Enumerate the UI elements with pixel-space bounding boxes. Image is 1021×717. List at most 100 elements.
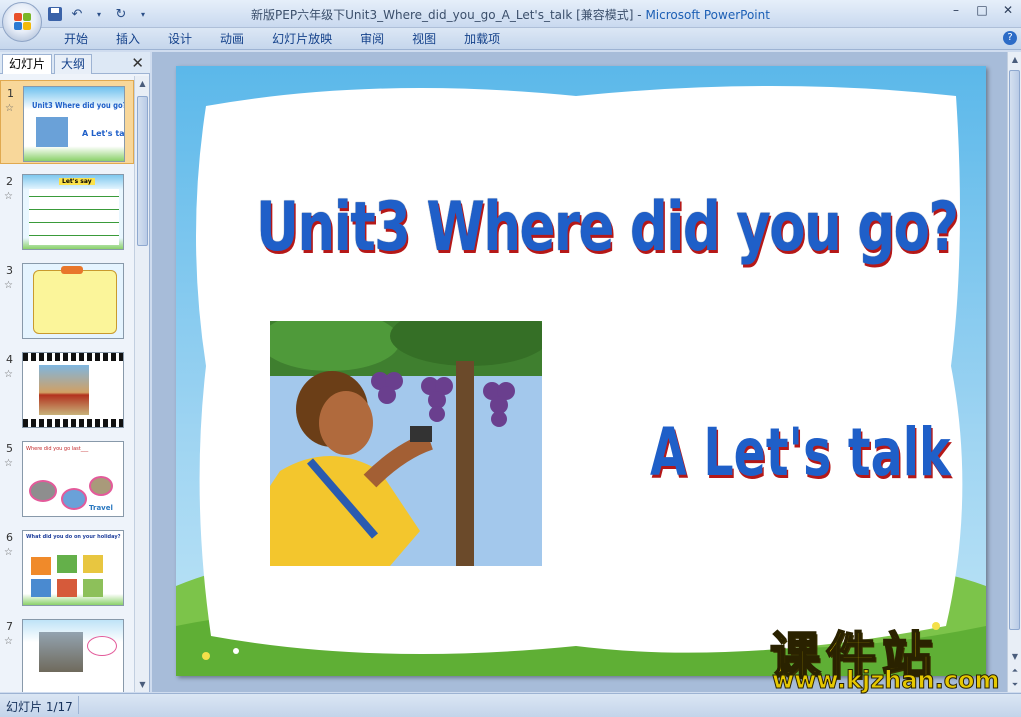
scroll-up-icon[interactable]: ▲ — [1008, 52, 1021, 67]
animation-star-icon: ☆ — [5, 103, 14, 114]
thumbnail-image: What did you do on your holiday? — [22, 530, 124, 606]
tab-slideshow[interactable]: 幻灯片放映 — [258, 31, 346, 48]
title-bar: ↶ ▾ ↻ ▾ 新版PEP六年级下Unit3_Where_did_you_go_… — [0, 0, 1021, 28]
slide-number: 3 — [6, 264, 13, 277]
status-divider — [78, 696, 79, 714]
thumb-pic — [57, 555, 77, 573]
status-bar: 幻灯片 1/17 — [0, 693, 1021, 717]
thumbnail-image — [22, 352, 124, 428]
thumbnail-image: Let's say — [22, 174, 124, 250]
app-name: Microsoft PowerPoint — [645, 8, 770, 22]
thumb-bubble — [87, 636, 117, 656]
close-button[interactable]: ✕ — [995, 0, 1021, 20]
thumb-pic — [36, 117, 68, 147]
thumbnail-scrollbar[interactable]: ▲ ▼ — [134, 76, 149, 692]
animation-star-icon: ☆ — [4, 280, 13, 291]
tab-home[interactable]: 开始 — [50, 31, 102, 48]
slide-number: 6 — [6, 531, 13, 544]
window-controls: – □ ✕ — [943, 0, 1021, 20]
slide-thumbnail[interactable]: 6 ☆ What did you do on your holiday? — [0, 525, 134, 609]
slide-number: 1 — [7, 87, 14, 100]
tab-insert[interactable]: 插入 — [102, 31, 154, 48]
slide-counter: 幻灯片 1/17 — [6, 700, 73, 714]
thumb-oval — [89, 476, 113, 496]
slide-thumbnail[interactable]: 2 ☆ Let's say — [0, 169, 134, 253]
watermark-url: www.kjzhan.com — [771, 666, 1000, 695]
thumbnail-image: Unit3 Where did you go? A Let's talk — [23, 86, 125, 162]
office-button[interactable] — [2, 2, 42, 42]
thumb-title: Unit3 Where did you go? — [32, 101, 125, 110]
ribbon-tabs: 开始 插入 设计 动画 幻灯片放映 审阅 视图 加载项 — [50, 31, 514, 48]
animation-star-icon: ☆ — [4, 636, 13, 647]
slide-thumbnail[interactable]: 5 ☆ Where did you go last___ Travel — [0, 436, 134, 520]
thumbnail-image — [22, 263, 124, 339]
slide-scrollbar[interactable]: ▲ ▼ ⏶ ⏷ — [1007, 52, 1021, 692]
thumb-grid — [29, 189, 119, 245]
slide-number: 4 — [6, 353, 13, 366]
illustration-svg — [270, 321, 542, 566]
close-icon[interactable]: ✕ — [131, 54, 144, 72]
thumb-pic — [83, 555, 103, 573]
boy-photographing-grapes-image[interactable] — [270, 321, 542, 566]
slide-thumbnail[interactable]: 4 ☆ — [0, 347, 134, 431]
slide-thumbnail[interactable]: 7 ☆ — [0, 614, 134, 692]
animation-star-icon: ☆ — [4, 458, 13, 469]
tab-review[interactable]: 审阅 — [346, 31, 398, 48]
thumb-oval — [29, 480, 57, 502]
next-slide-icon[interactable]: ⏷ — [1008, 677, 1021, 692]
minimize-button[interactable]: – — [943, 0, 969, 20]
office-logo-icon — [14, 13, 32, 31]
thumb-photo — [39, 365, 89, 415]
tab-animations[interactable]: 动画 — [206, 31, 258, 48]
scroll-up-icon[interactable]: ▲ — [135, 76, 150, 91]
thumb-sub: A Let's talk — [82, 129, 125, 138]
scroll-thumb[interactable] — [1009, 70, 1020, 630]
thumb-pic — [83, 579, 103, 597]
thumb-pic — [31, 557, 51, 575]
scroll-thumb[interactable] — [137, 96, 148, 246]
thumb-filmstrip-bottom — [23, 419, 123, 427]
thumb-title: Where did you go last___ — [26, 446, 89, 452]
tab-outline[interactable]: 大纲 — [54, 54, 93, 74]
thumbnail-image — [22, 619, 124, 692]
slide-editor: Unit3 Where did you go? A Let's talk — [152, 52, 1007, 692]
animation-star-icon: ☆ — [4, 547, 13, 558]
slide-subtitle[interactable]: A Let's talk — [650, 414, 951, 491]
animation-star-icon: ☆ — [4, 191, 13, 202]
tab-view[interactable]: 视图 — [398, 31, 450, 48]
thumb-notebook — [33, 270, 117, 334]
animation-star-icon: ☆ — [4, 369, 13, 380]
slide-number: 5 — [6, 442, 13, 455]
thumb-title: What did you do on your holiday? — [26, 534, 121, 540]
tab-addins[interactable]: 加载项 — [450, 31, 514, 48]
thumb-sub: Travel — [89, 504, 113, 512]
help-icon[interactable]: ? — [1003, 31, 1017, 45]
thumb-pic — [57, 579, 77, 597]
maximize-button[interactable]: □ — [969, 0, 995, 20]
slide-thumbnail[interactable]: 1 ☆ Unit3 Where did you go? A Let's talk — [0, 80, 134, 164]
current-slide[interactable]: Unit3 Where did you go? A Let's talk — [176, 66, 986, 676]
tab-slides[interactable]: 幻灯片 — [2, 54, 53, 74]
window-title: 新版PEP六年级下Unit3_Where_did_you_go_A_Let's_… — [0, 6, 1021, 23]
tab-design[interactable]: 设计 — [154, 31, 206, 48]
scroll-down-icon[interactable]: ▼ — [135, 677, 150, 692]
thumb-photo — [39, 632, 83, 672]
thumbnail-list: 1 ☆ Unit3 Where did you go? A Let's talk… — [0, 76, 134, 692]
thumb-oval — [61, 488, 87, 510]
slide-thumbnail[interactable]: 3 ☆ — [0, 258, 134, 342]
scroll-down-icon[interactable]: ▼ — [1008, 649, 1021, 664]
thumb-title: Let's say — [59, 178, 95, 185]
thumb-pic — [31, 579, 51, 597]
slides-panel: 幻灯片 大纲 ✕ 1 ☆ Unit3 Where did you go? A L… — [0, 52, 150, 692]
previous-slide-icon[interactable]: ⏶ — [1008, 663, 1021, 678]
thumbnail-image: Where did you go last___ Travel — [22, 441, 124, 517]
thumb-filmstrip-top — [23, 353, 123, 361]
document-title: 新版PEP六年级下Unit3_Where_did_you_go_A_Let's_… — [251, 8, 634, 22]
thumb-badge — [61, 266, 83, 274]
title-separator: - — [633, 8, 646, 22]
slide-title[interactable]: Unit3 Where did you go? — [256, 188, 959, 267]
slide-number: 2 — [6, 175, 13, 188]
slide-number: 7 — [6, 620, 13, 633]
panel-tabs: 幻灯片 大纲 ✕ — [0, 52, 150, 74]
ribbon: 开始 插入 设计 动画 幻灯片放映 审阅 视图 加载项 ? — [0, 28, 1021, 50]
